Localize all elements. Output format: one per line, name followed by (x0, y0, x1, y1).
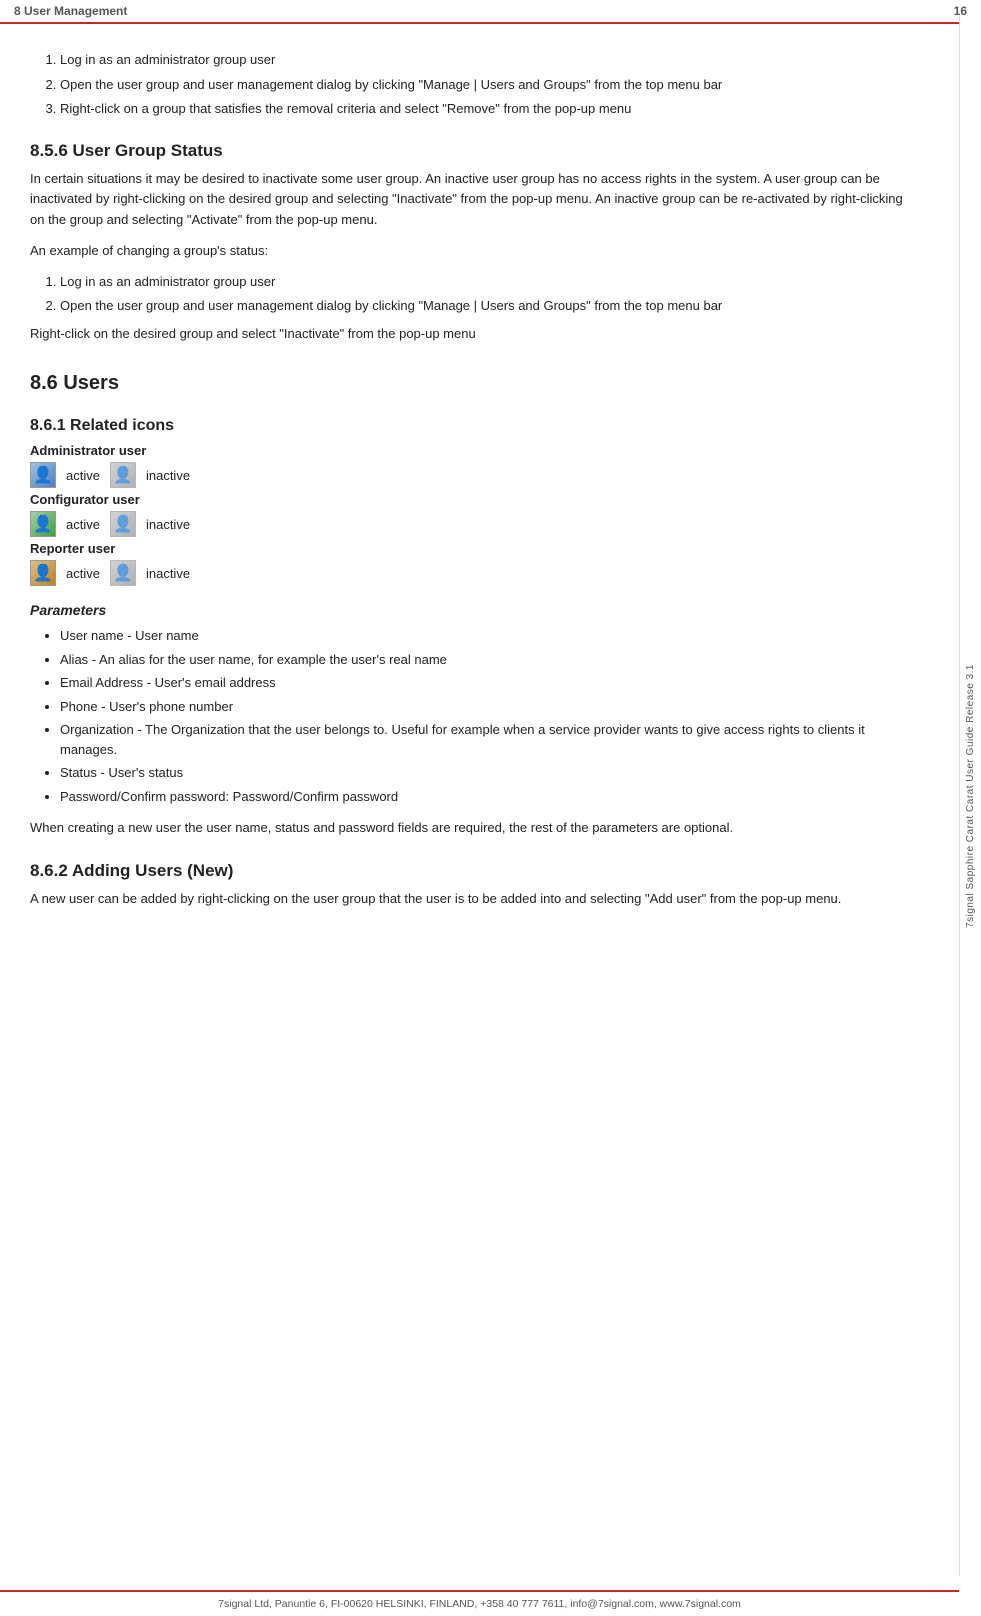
sidebar-text-area: 7signal Sapphire Carat Carat User Guide … (959, 16, 981, 1576)
intro-step-2: Open the user group and user management … (60, 75, 919, 95)
footer-text: 7signal Ltd, Panuntie 6, FI-00620 HELSIN… (218, 1598, 741, 1610)
section-862-heading: 8.6.2 Adding Users (New) (30, 861, 919, 881)
section-861-heading: 8.6.1 Related icons (30, 417, 919, 435)
reporter-icon-row: active inactive (30, 560, 919, 586)
section-856-heading: 8.5.6 User Group Status (30, 141, 919, 161)
param-item-6: Status - User's status (60, 763, 919, 783)
admin-inactive-icon (110, 462, 136, 488)
reporter-active-label: active (66, 566, 100, 581)
section-856-step3: Right-click on the desired group and sel… (30, 324, 919, 345)
footer: 7signal Ltd, Panuntie 6, FI-00620 HELSIN… (0, 1590, 959, 1616)
admin-icon-row: active inactive (30, 462, 919, 488)
section-86-heading: 8.6 Users (30, 372, 919, 395)
section-856-para2: An example of changing a group's status: (30, 241, 919, 262)
admin-inactive-label: inactive (146, 468, 190, 483)
intro-steps-list: Log in as an administrator group user Op… (60, 50, 919, 119)
config-user-label: Configurator user (30, 492, 919, 507)
param-item-7: Password/Confirm password: Password/Conf… (60, 787, 919, 807)
reporter-inactive-label: inactive (146, 566, 190, 581)
params-note: When creating a new user the user name, … (30, 818, 919, 839)
param-item-4: Phone - User's phone number (60, 697, 919, 717)
top-bar: 8 User Management 16 (0, 0, 981, 24)
config-active-icon (30, 511, 56, 537)
config-active-label: active (66, 517, 100, 532)
main-content: Log in as an administrator group user Op… (0, 24, 959, 1590)
intro-step-3: Right-click on a group that satisfies th… (60, 99, 919, 119)
sidebar-label: 7signal Sapphire Carat Carat User Guide … (965, 664, 976, 928)
intro-step-1: Log in as an administrator group user (60, 50, 919, 70)
params-list: User name - User name Alias - An alias f… (60, 626, 919, 806)
config-inactive-icon (110, 511, 136, 537)
section-856-step-1: Log in as an administrator group user (60, 272, 919, 292)
param-item-3: Email Address - User's email address (60, 673, 919, 693)
config-icon-row: active inactive (30, 511, 919, 537)
reporter-active-icon (30, 560, 56, 586)
params-heading: Parameters (30, 602, 919, 618)
admin-user-label: Administrator user (30, 443, 919, 458)
reporter-inactive-icon (110, 560, 136, 586)
section-862-para: A new user can be added by right-clickin… (30, 889, 919, 910)
reporter-user-label: Reporter user (30, 541, 919, 556)
config-inactive-label: inactive (146, 517, 190, 532)
param-item-5: Organization - The Organization that the… (60, 720, 919, 759)
admin-active-icon (30, 462, 56, 488)
chapter-title: 8 User Management (14, 4, 127, 18)
param-item-2: Alias - An alias for the user name, for … (60, 650, 919, 670)
section-856-steps-list: Log in as an administrator group user Op… (60, 272, 919, 316)
param-item-1: User name - User name (60, 626, 919, 646)
admin-active-label: active (66, 468, 100, 483)
section-856-para1: In certain situations it may be desired … (30, 169, 919, 231)
section-856-step-2: Open the user group and user management … (60, 296, 919, 316)
